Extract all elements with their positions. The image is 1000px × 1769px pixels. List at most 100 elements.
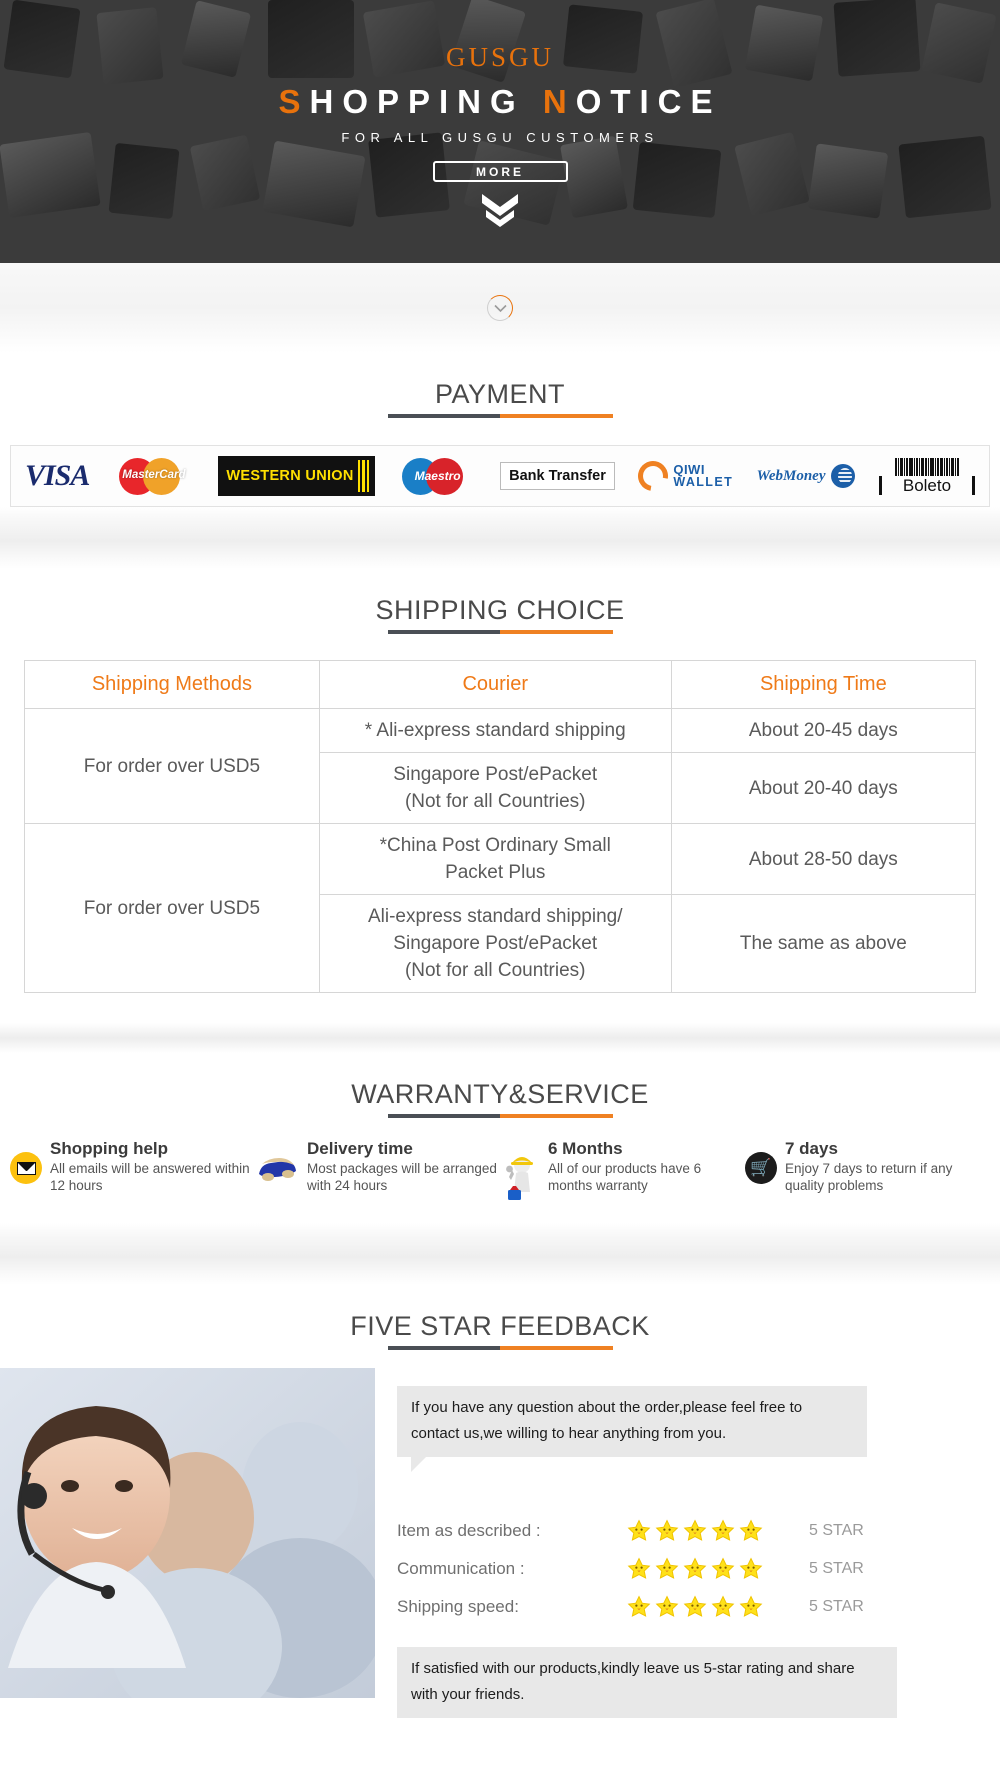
warranty-item: 6 Months All of our products have 6 month… <box>500 1138 745 1207</box>
warranty-item: Shopping help All emails will be answered… <box>10 1138 255 1207</box>
warranty-heading: 7 days <box>785 1139 838 1158</box>
table-header-cell: Courier <box>318 660 672 709</box>
courier-cell: *China Post Ordinary Small Packet Plus <box>318 823 672 895</box>
table-header-cell: Shipping Methods <box>24 660 320 709</box>
mail-icon <box>10 1152 42 1184</box>
rating-label: Communication : <box>397 1559 525 1578</box>
warranty-items: Shopping help All emails will be answered… <box>0 1118 1000 1223</box>
star-icon <box>627 1519 651 1541</box>
warranty-body: Enjoy 7 days to return if any quality pr… <box>785 1161 953 1193</box>
shipping-title-block: SHIPPING CHOICE <box>0 569 1000 634</box>
rating-value: 5 STAR <box>809 1560 864 1577</box>
boleto-label: Boleto <box>878 475 975 495</box>
feedback-title-block: FIVE STAR FEEDBACK <box>0 1285 1000 1350</box>
star-icon <box>655 1595 679 1617</box>
bank-transfer-icon: Bank Transfer <box>500 462 615 490</box>
star-icon <box>739 1519 763 1541</box>
star-icon <box>627 1595 651 1617</box>
boleto-icon: Boleto <box>878 457 975 495</box>
payment-maestro: Maestro <box>399 455 477 497</box>
maestro-label: Maestro <box>414 469 461 483</box>
warranty-icon-wrap: 🛒 <box>745 1152 777 1184</box>
payment-qiwi-wallet: QIWI WALLET <box>632 455 734 497</box>
payment-title: PAYMENT <box>434 379 565 409</box>
payment-methods-strip: VISA MasterCard WESTERN UNION Maestro Ba… <box>10 445 990 507</box>
shipping-time-cell: About 28-50 days <box>670 823 977 895</box>
shipping-time-cell: The same as above <box>670 894 977 993</box>
warranty-icon-wrap <box>500 1152 540 1207</box>
shopping-cart-icon: 🛒 <box>745 1152 777 1184</box>
mastercard-icon: MasterCard <box>113 455 195 497</box>
title-rule <box>387 1346 613 1350</box>
photo-illustration <box>0 1368 375 1698</box>
courier-cell: Ali-express standard shipping/Singapore … <box>318 894 672 993</box>
payment-webmoney: WebMoney <box>757 464 856 488</box>
courier-cell: Singapore Post/ePacket (Not for all Count… <box>318 752 672 824</box>
qiwi-line2: WALLET <box>673 475 734 489</box>
brand-logo: GUSGU <box>445 42 554 72</box>
qiwi-q-icon <box>632 455 675 497</box>
rating-label: Item as described : <box>397 1521 541 1540</box>
star-rating <box>627 1519 767 1543</box>
warranty-body: Most packages will be arranged with 24 h… <box>307 1161 497 1193</box>
star-icon <box>711 1557 735 1579</box>
star-icon <box>739 1595 763 1617</box>
payment-mastercard: MasterCard <box>113 455 195 497</box>
title-rule <box>387 1114 613 1118</box>
table-header-cell: Shipping Time <box>670 660 977 709</box>
rating-row: Communication : 5 STAR <box>397 1557 990 1581</box>
worker-wrench-icon <box>500 1157 540 1206</box>
star-icon <box>683 1519 707 1541</box>
table-row: For order over USD5 *China Post Ordinary … <box>24 823 977 993</box>
warranty-title: WARRANTY&SERVICE <box>351 1079 649 1109</box>
feedback-title: FIVE STAR FEEDBACK <box>350 1311 650 1341</box>
shipping-method-cell: For order over USD5 <box>24 708 320 824</box>
shipping-method-cell: For order over USD5 <box>24 823 320 993</box>
shipping-time-cell: About 20-45 days <box>670 708 977 753</box>
star-icon <box>739 1557 763 1579</box>
warranty-icon-wrap <box>255 1152 299 1187</box>
star-icon <box>655 1519 679 1541</box>
warranty-item: 🛒 7 days Enjoy 7 days to return if any qua… <box>745 1138 990 1207</box>
wu-bars-icon <box>357 460 370 492</box>
star-rating <box>627 1557 767 1581</box>
warranty-item: Delivery time Most packages will be arran… <box>255 1138 500 1207</box>
rating-row: Item as described : 5 STAR <box>397 1519 990 1543</box>
payment-boleto: Boleto <box>878 457 975 495</box>
warranty-icon-wrap <box>10 1152 42 1184</box>
star-icon <box>683 1595 707 1617</box>
western-union-icon: WESTERN UNION <box>218 456 376 496</box>
webmoney-label: WebMoney <box>756 467 826 484</box>
star-icon <box>711 1595 735 1617</box>
section-divider-1 <box>0 507 1000 569</box>
title-rule <box>387 414 613 418</box>
payment-visa: VISA <box>25 459 90 493</box>
double-chevron-down-icon[interactable] <box>476 190 524 230</box>
banner-title-part: S <box>278 83 310 120</box>
banner-subtitle: FOR ALL GUSGU CUSTOMERS <box>341 130 659 145</box>
circle-chevron-down-icon[interactable] <box>487 295 513 321</box>
scroll-down-band <box>0 263 1000 353</box>
payment-section: PAYMENT VISA MasterCard WESTERN UNION Ma… <box>0 353 1000 507</box>
banner-title: SHOPPING NOTICE <box>0 83 1000 121</box>
feedback-bubble: If you have any question about the order… <box>397 1386 867 1472</box>
warranty-body: All of our products have 6 months warran… <box>548 1161 702 1193</box>
warranty-heading: Delivery time <box>307 1139 413 1158</box>
warranty-title-block: WARRANTY&SERVICE <box>0 1053 1000 1118</box>
more-button[interactable]: MORE <box>432 161 568 182</box>
webmoney-icon: WebMoney <box>757 464 856 488</box>
payment-bank-transfer: Bank Transfer <box>500 462 615 490</box>
wu-line2: UNION <box>305 468 354 484</box>
qiwi-wallet-icon: QIWI WALLET <box>632 455 734 497</box>
barcode-icon <box>879 457 975 476</box>
wu-line1: WESTERN <box>226 468 301 484</box>
payment-western-union: WESTERN UNION <box>218 456 376 496</box>
shipping-section: SHIPPING CHOICE Shipping Methods Courier S… <box>0 569 1000 1023</box>
shopping-notice-banner: GUSGU SHOPPING NOTICE FOR ALL GUSGU CUST… <box>0 0 1000 263</box>
shipping-table-body: For order over USD5 * Ali-express standar… <box>24 708 977 993</box>
table-row: For order over USD5 * Ali-express standar… <box>24 708 977 824</box>
rating-row: Shipping speed: 5 STAR <box>397 1595 990 1619</box>
banner-title-part: HOPPING <box>309 83 543 120</box>
rating-label: Shipping speed: <box>397 1597 519 1616</box>
customer-service-photo <box>0 1368 375 1698</box>
